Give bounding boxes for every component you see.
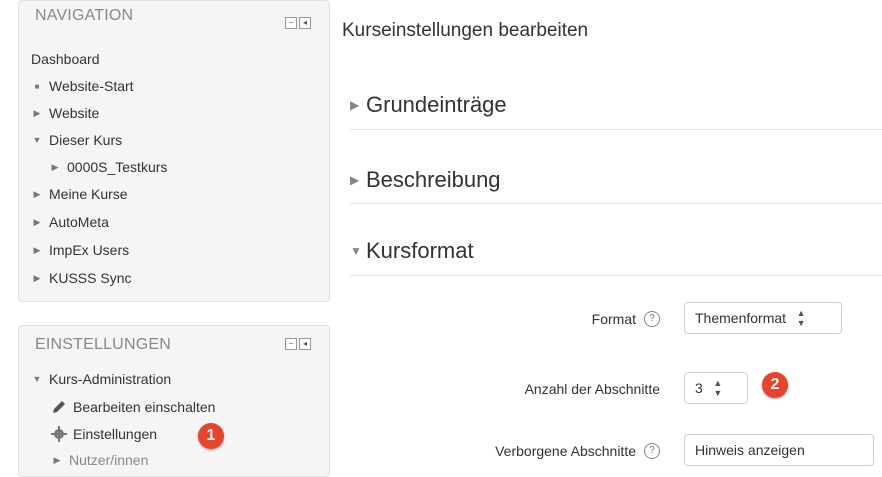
caret-right-icon[interactable]: ▶ (51, 455, 63, 466)
section-kursformat[interactable]: ▼ Kursformat (350, 238, 882, 264)
nav-item-label: Dieser Kurs (49, 132, 123, 148)
section-divider (350, 203, 882, 204)
main-content: Kurseinstellungen bearbeiten ▶ Grundeint… (330, 0, 882, 466)
nav-item-website[interactable]: ▶ Website (31, 105, 100, 121)
nav-item-dieser-kurs[interactable]: ▼ Dieser Kurs (31, 132, 123, 148)
nav-item-label: KUSSS Sync (49, 270, 132, 286)
format-select-value: Themenformat (695, 310, 787, 326)
caret-right-icon[interactable]: ▶ (31, 108, 43, 119)
callout-badge-2: 2 (762, 372, 788, 398)
caret-right-icon[interactable]: ▶ (31, 217, 43, 228)
sections-count-label-text: Anzahl der Abschnitte (524, 381, 660, 397)
format-row: Format ? Themenformat ▲▼ (330, 302, 882, 336)
nav-item-label: 0000S_Testkurs (67, 159, 168, 175)
callout-badge-1: 1 (198, 423, 224, 449)
select-arrows-icon: ▲▼ (712, 378, 723, 398)
hidden-sections-row: Verborgene Abschnitte ? Hinweis anzeigen (330, 434, 882, 468)
caret-down-icon[interactable]: ▼ (350, 244, 366, 258)
settings-item-einstellungen[interactable]: Einstellungen (51, 426, 157, 442)
nav-item-label: Website (49, 105, 100, 121)
caret-right-icon[interactable]: ▶ (31, 245, 43, 256)
nav-item-testkurs[interactable]: ▶ 0000S_Testkurs (49, 159, 168, 175)
sections-count-row: Anzahl der Abschnitte 3 ▲▼ (330, 372, 882, 406)
section-divider (350, 129, 882, 130)
caret-right-icon[interactable]: ▶ (31, 189, 43, 200)
settings-item-bearbeiten[interactable]: Bearbeiten einschalten (51, 399, 215, 415)
nav-item-dashboard[interactable]: Dashboard (31, 51, 100, 67)
section-grundeintraege[interactable]: ▶ Grundeinträge (350, 92, 882, 118)
nav-item-website-start[interactable]: ■ Website-Start (31, 78, 134, 94)
sections-count-value: 3 (695, 380, 703, 396)
section-label: Grundeinträge (366, 92, 507, 117)
help-icon[interactable]: ? (644, 443, 660, 459)
section-beschreibung[interactable]: ▶ Beschreibung (350, 167, 882, 193)
section-divider (350, 275, 882, 276)
caret-down-icon[interactable]: ▼ (31, 374, 43, 384)
navigation-title: NAVIGATION (35, 7, 134, 24)
settings-title: EINSTELLUNGEN (35, 336, 171, 353)
navigation-block-controls: − ◂ (285, 17, 311, 29)
settings-block: EINSTELLUNGEN − ◂ ▼ Kurs-Administration … (18, 325, 330, 477)
navigation-block: NAVIGATION − ◂ Dashboard ■ Website-Start… (18, 0, 330, 302)
page-title: Kurseinstellungen bearbeiten (342, 20, 589, 41)
dock-icon[interactable]: ◂ (299, 17, 311, 29)
format-select[interactable]: Themenformat ▲▼ (684, 302, 842, 334)
nav-item-label: ImpEx Users (49, 242, 130, 258)
settings-item-kurs-administration[interactable]: ▼ Kurs-Administration (31, 371, 172, 387)
settings-block-controls: − ◂ (285, 338, 311, 350)
caret-right-icon[interactable]: ▶ (350, 173, 366, 187)
sections-count-select[interactable]: 3 ▲▼ (684, 372, 748, 404)
collapse-icon[interactable]: − (285, 17, 297, 29)
caret-right-icon[interactable]: ▶ (350, 98, 366, 112)
format-label-text: Format (591, 311, 636, 327)
bullet-icon: ■ (34, 81, 40, 91)
settings-item-label: Bearbeiten einschalten (73, 399, 216, 415)
hidden-sections-select[interactable]: Hinweis anzeigen (684, 434, 874, 466)
dock-icon[interactable]: ◂ (299, 338, 311, 350)
nav-item-label: Dashboard (31, 51, 100, 67)
settings-item-label: Einstellungen (73, 426, 158, 442)
nav-item-label: Meine Kurse (49, 186, 128, 202)
nav-item-kusss-sync[interactable]: ▶ KUSSS Sync (31, 270, 132, 286)
nav-item-label: Website-Start (49, 78, 134, 94)
section-label: Kursformat (366, 238, 474, 263)
pencil-icon (53, 401, 65, 413)
nav-item-label: AutoMeta (49, 214, 109, 230)
select-arrows-icon: ▲▼ (796, 308, 807, 328)
caret-down-icon[interactable]: ▼ (31, 135, 43, 145)
nav-item-impex-users[interactable]: ▶ ImpEx Users (31, 242, 130, 258)
nav-item-meine-kurse[interactable]: ▶ Meine Kurse (31, 186, 128, 202)
nav-item-autometa[interactable]: ▶ AutoMeta (31, 214, 109, 230)
hidden-sections-label: Verborgene Abschnitte ? (495, 443, 660, 459)
hidden-sections-label-text: Verborgene Abschnitte (495, 443, 636, 459)
help-icon[interactable]: ? (644, 311, 660, 327)
caret-right-icon[interactable]: ▶ (31, 273, 43, 284)
collapse-icon[interactable]: − (285, 338, 297, 350)
gear-icon (51, 426, 67, 442)
section-label: Beschreibung (366, 167, 501, 192)
settings-item-label: Kurs-Administration (49, 371, 172, 387)
hidden-sections-value: Hinweis anzeigen (695, 442, 805, 458)
sections-count-label: Anzahl der Abschnitte (525, 381, 660, 397)
caret-right-icon[interactable]: ▶ (49, 162, 61, 173)
format-label: Format ? (592, 311, 660, 327)
